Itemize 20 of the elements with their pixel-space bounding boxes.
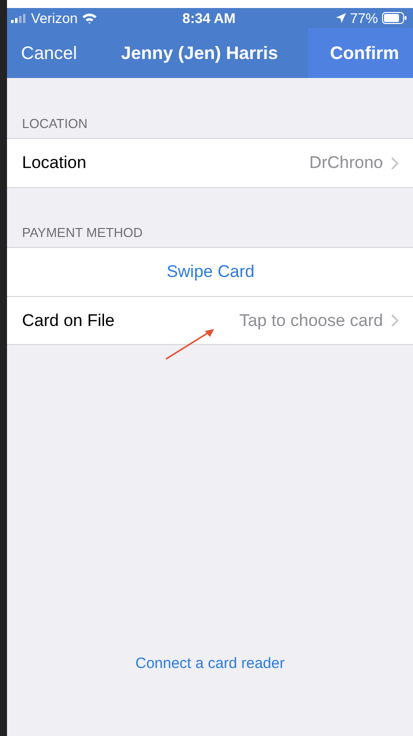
signal-icon	[11, 14, 27, 22]
row-label: Card on File	[22, 310, 116, 330]
battery-percent: 77%	[350, 10, 378, 26]
nav-title: Jenny (Jen) Harris	[120, 42, 278, 64]
status-time: 8:34 AM	[182, 10, 236, 26]
chevron-icon	[391, 314, 399, 327]
carrier-name: Verizon	[31, 10, 78, 26]
cancel-button[interactable]: Cancel	[7, 28, 92, 78]
section-header: LOCATION	[21, 115, 88, 133]
connect-card-reader-link[interactable]: Connect a card reader	[135, 655, 285, 672]
location-arrow-icon	[336, 13, 346, 23]
section-header: PAYMENT METHOD	[21, 224, 144, 242]
row-label: Location	[22, 153, 88, 173]
wifi-icon	[82, 12, 97, 24]
confirm-button[interactable]: Confirm	[308, 28, 413, 78]
annotation-arrow	[165, 328, 215, 360]
chevron-icon	[391, 156, 399, 170]
row-value: DrChrono	[309, 153, 383, 173]
battery-icon	[382, 12, 407, 24]
row-value: Tap to choose card	[239, 310, 383, 330]
